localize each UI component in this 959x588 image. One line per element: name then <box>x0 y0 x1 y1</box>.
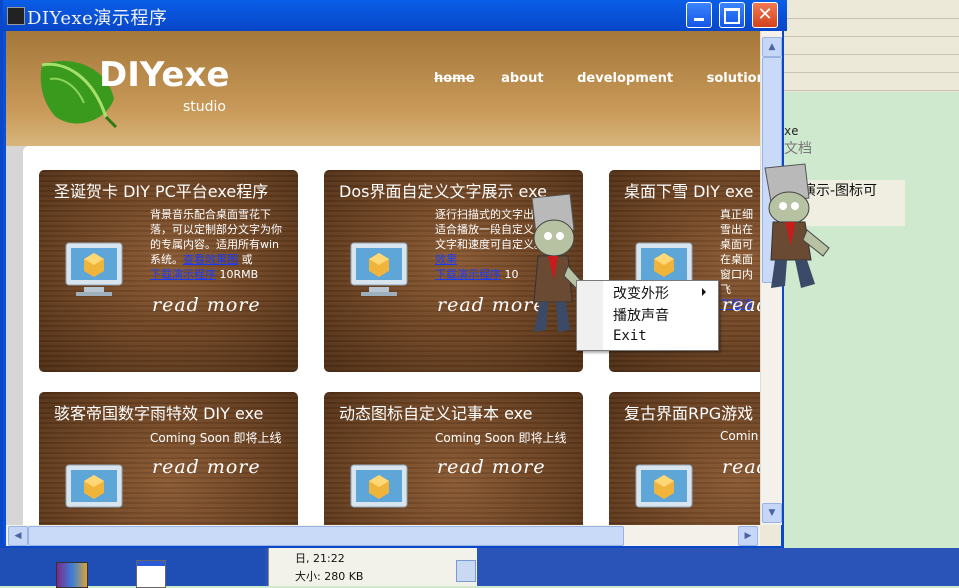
coming-soon-label: Coming Soon 即将上线 <box>150 431 282 445</box>
card-description: 背景音乐配合桌面雪花下落，可以定制部分文字为你的专属内容。适用所有win系统。查… <box>150 207 288 282</box>
scroll-right-icon[interactable]: ▶ <box>738 526 758 546</box>
maximize-button[interactable] <box>719 2 745 28</box>
read-more-link[interactable]: read more <box>152 294 261 316</box>
card-title[interactable]: 圣诞贺卡 DIY PC平台exe程序 <box>54 178 268 202</box>
card-title[interactable]: 动态图标自定义记事本 exe <box>339 400 532 424</box>
read-more-link[interactable]: read <box>722 294 760 316</box>
brand-name: DIYexe <box>99 55 230 95</box>
info-size: 大小: 280 KB <box>295 570 364 583</box>
menu-gutter <box>577 281 603 350</box>
maximize-icon <box>724 8 740 24</box>
card-desc-text: 或 <box>238 253 253 266</box>
chevron-down-icon[interactable] <box>456 560 476 582</box>
monitor-icon <box>635 464 693 508</box>
card-desc-text: 真正细雪出在桌面可在桌面窗口内飞 <box>720 208 753 296</box>
close-icon: ✕ <box>757 4 773 25</box>
window-icon[interactable] <box>136 560 166 588</box>
site-nav: home about development solutions sha <box>434 71 760 86</box>
view-screenshot-link[interactable]: 查看效果图 <box>183 253 238 266</box>
menu-item-exit[interactable]: Exit <box>613 328 647 344</box>
site-header: DIYexe studio home about development sol… <box>6 31 760 146</box>
nav-about[interactable]: about <box>501 71 543 86</box>
window-title: DIYexe演示程序 <box>27 8 168 29</box>
coming-soon-label: Coming Soon 即将上线 <box>435 431 567 445</box>
app-window: DIYexe演示程序 ✕ DIYexe studio home about de… <box>0 0 787 548</box>
web-content: DIYexe studio home about development sol… <box>6 31 760 525</box>
card-title[interactable]: 桌面下雪 DIY exe <box>624 178 753 202</box>
product-card: 骇客帝国数字雨特效 DIY exe Coming Soon 即将上线 read … <box>39 392 298 525</box>
monitor-icon <box>350 242 408 296</box>
product-card: 动态图标自定义记事本 exe Coming Soon 即将上线 read mor… <box>324 392 583 525</box>
card-price: 10RMB <box>216 268 259 281</box>
coming-soon-label: Comin <box>720 429 759 443</box>
nav-development[interactable]: development <box>577 71 673 86</box>
scroll-down-icon[interactable]: ▼ <box>762 503 782 523</box>
background-app-toolbar <box>784 0 959 92</box>
monitor-icon <box>65 242 123 296</box>
product-card: 圣诞贺卡 DIY PC平台exe程序 背景音乐配合桌面雪花下落，可以定制部分文字… <box>39 170 298 372</box>
scroll-left-icon[interactable]: ◀ <box>8 526 28 546</box>
download-demo-link[interactable]: 下载演示程序 <box>150 268 216 281</box>
nav-solutions[interactable]: solutions <box>707 71 760 86</box>
horizontal-scrollbar[interactable]: ◀ ▶ <box>6 525 760 546</box>
submenu-arrow-icon <box>702 288 706 296</box>
monitor-icon <box>350 464 408 508</box>
scrollbar-corner <box>760 525 781 546</box>
bg-doc-line: 文档 <box>784 141 812 157</box>
monitor-icon <box>65 464 123 508</box>
title-bar[interactable]: DIYexe演示程序 ✕ <box>3 0 787 31</box>
read-more-link[interactable]: read more <box>437 456 546 478</box>
read-more-link[interactable]: read <box>722 456 760 478</box>
minimize-icon <box>694 18 704 21</box>
file-info-panel: 日, 21:22 大小: 280 KB <box>268 548 477 586</box>
menu-item-play-sound[interactable]: 播放声音 <box>613 305 669 325</box>
brand-subtitle: studio <box>183 99 226 115</box>
scroll-up-icon[interactable]: ▲ <box>762 37 782 57</box>
read-more-link[interactable]: read more <box>152 456 261 478</box>
card-price: 10 <box>501 268 519 281</box>
nav-home[interactable]: home <box>434 71 475 86</box>
zombie-mascot-icon[interactable] <box>518 190 584 340</box>
card-title[interactable]: 骇客帝国数字雨特效 DIY exe <box>54 400 263 424</box>
card-title[interactable]: 复古界面RPG游戏 <box>624 400 753 424</box>
close-button[interactable]: ✕ <box>752 2 778 28</box>
zombie-mascot-icon[interactable] <box>755 160 835 292</box>
minimize-button[interactable] <box>686 2 712 28</box>
download-demo-link[interactable]: 下载演示程序 <box>435 268 501 281</box>
scroll-thumb[interactable] <box>28 526 624 546</box>
info-time: 日, 21:22 <box>295 552 345 565</box>
app-icon[interactable] <box>7 7 25 25</box>
product-card: 复古界面RPG游戏 Comin read <box>609 392 760 525</box>
card-title[interactable]: Dos界面自定义文字展示 exe <box>339 178 547 202</box>
taskbar-left <box>0 548 265 586</box>
bg-doc-line: xe <box>784 124 799 138</box>
winrar-icon[interactable] <box>56 562 88 588</box>
context-menu: 改变外形 播放声音 Exit <box>576 280 719 351</box>
menu-item-change-shape[interactable]: 改变外形 <box>613 283 669 303</box>
